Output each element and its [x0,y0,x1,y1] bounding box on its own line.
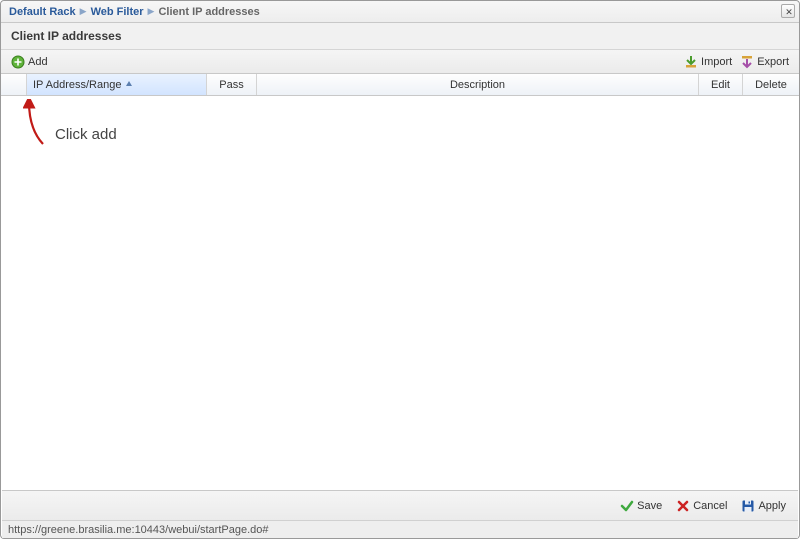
column-header-edit[interactable]: Edit [699,74,743,95]
column-header-checkbox[interactable] [1,74,27,95]
annotation-arrow [23,99,53,149]
add-icon [11,55,25,69]
breadcrumb-current: Client IP addresses [158,6,259,18]
annotation-text: Click add [55,126,117,143]
checkmark-icon [620,499,634,513]
page-title: Client IP addresses [1,23,799,50]
status-bar: https://greene.brasilia.me:10443/webui/s… [2,520,798,538]
close-icon: ✕ [782,5,796,19]
close-button[interactable]: ✕ [781,4,795,18]
breadcrumb: Default Rack ▶ Web Filter ▶ Client IP ad… [1,1,799,23]
save-button[interactable]: Save [618,497,664,515]
column-header-ip-label: IP Address/Range [33,79,121,91]
add-button[interactable]: Add [7,53,52,71]
cancel-button[interactable]: Cancel [674,497,729,515]
column-header-edit-label: Edit [711,79,730,91]
add-button-label: Add [28,56,48,68]
status-url: https://greene.brasilia.me:10443/webui/s… [8,524,269,536]
column-header-pass[interactable]: Pass [207,74,257,95]
column-header-delete[interactable]: Delete [743,74,799,95]
import-icon [684,55,698,69]
export-icon [740,55,754,69]
cancel-button-label: Cancel [693,500,727,512]
import-button-label: Import [701,56,732,68]
breadcrumb-separator: ▶ [148,6,155,17]
export-button[interactable]: Export [736,53,793,71]
export-button-label: Export [757,56,789,68]
column-header-delete-label: Delete [755,79,787,91]
app-window: Default Rack ▶ Web Filter ▶ Client IP ad… [0,0,800,539]
apply-button[interactable]: Apply [739,497,788,515]
breadcrumb-separator: ▶ [80,6,87,17]
save-button-label: Save [637,500,662,512]
floppy-icon [741,499,755,513]
column-header-ip[interactable]: IP Address/Range [27,74,207,95]
cancel-icon [676,499,690,513]
table-body: Click add [1,96,799,486]
apply-button-label: Apply [758,500,786,512]
breadcrumb-link-default-rack[interactable]: Default Rack [9,6,76,18]
table-header: IP Address/Range Pass Description Edit D… [1,74,799,96]
column-header-description[interactable]: Description [257,74,699,95]
breadcrumb-link-web-filter[interactable]: Web Filter [91,6,144,18]
sort-ascending-icon [125,79,133,91]
toolbar: Add Import Export [1,50,799,74]
column-header-description-label: Description [450,79,505,91]
action-bar: Save Cancel Apply [2,490,798,520]
import-button[interactable]: Import [680,53,736,71]
column-header-pass-label: Pass [219,79,243,91]
